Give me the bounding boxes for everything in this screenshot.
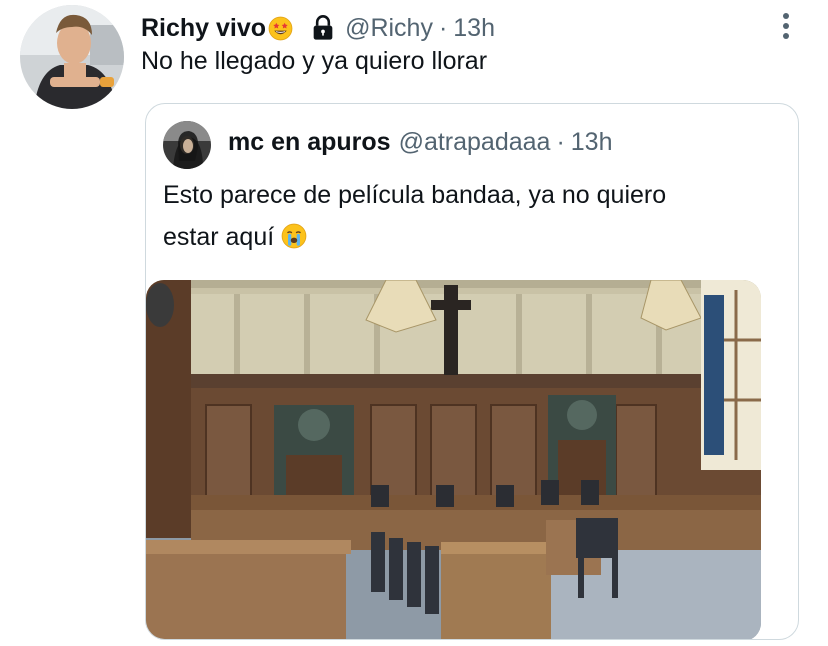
quoted-text-line-2: estar aquí	[163, 216, 763, 258]
quoted-tweet[interactable]: mc en apuros @atrapadaaa · 13h Esto pare…	[145, 103, 799, 640]
quoted-tweet-header: mc en apuros @atrapadaaa · 13h	[228, 128, 613, 157]
lock-icon	[309, 14, 337, 42]
author-name[interactable]: Richy vivo	[141, 14, 266, 43]
quoted-text-line-2-label: estar aquí	[163, 223, 275, 251]
courtroom-photo[interactable]	[146, 280, 761, 639]
more-options-icon[interactable]	[774, 10, 798, 44]
tweet-text: No he llegado y ya quiero llorar	[141, 47, 488, 75]
quoted-tweet-text: Esto parece de película bandaa, ya no qu…	[163, 174, 763, 258]
loudly-crying-face-icon	[281, 220, 307, 249]
quoted-author-handle[interactable]: @atrapadaaa	[399, 128, 551, 157]
quoted-text-line-1: Esto parece de película bandaa, ya no qu…	[163, 181, 667, 209]
tweet-time[interactable]: 13h	[453, 14, 495, 43]
author-avatar[interactable]	[20, 5, 124, 109]
quoted-author-name[interactable]: mc en apuros	[228, 128, 391, 157]
quoted-author-avatar[interactable]	[163, 121, 211, 169]
separator-dot: ·	[556, 128, 565, 156]
tweet-header: Richy vivo @Richy · 13h	[141, 10, 495, 46]
separator-dot: ·	[438, 13, 448, 42]
star-struck-emoji-icon	[268, 16, 293, 41]
author-handle[interactable]: @Richy	[345, 14, 433, 43]
quoted-tweet-time[interactable]: 13h	[571, 128, 613, 157]
